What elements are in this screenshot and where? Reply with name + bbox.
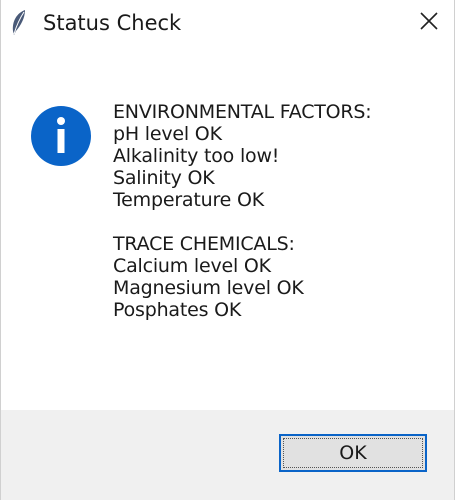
section-gap	[113, 211, 372, 233]
trace-heading: TRACE CHEMICALS:	[113, 233, 295, 255]
title-bar[interactable]: Status Check	[1, 0, 454, 48]
status-line-phosphates: Posphates OK	[113, 299, 242, 321]
info-icon	[30, 105, 92, 167]
status-check-dialog: Status Check ENVIRONMENTAL FACTORS: pH l…	[0, 0, 455, 500]
ok-button-label: OK	[339, 442, 367, 464]
status-line-salinity: Salinity OK	[113, 167, 215, 189]
status-line-alkalinity: Alkalinity too low!	[113, 145, 280, 167]
feather-icon	[9, 9, 29, 37]
environmental-heading: ENVIRONMENTAL FACTORS:	[113, 101, 372, 123]
dialog-body: ENVIRONMENTAL FACTORS: pH level OK Alkal…	[1, 48, 454, 410]
status-line-magnesium: Magnesium level OK	[113, 277, 304, 299]
button-bar: OK	[1, 410, 454, 500]
window-title: Status Check	[43, 11, 182, 35]
close-icon	[419, 11, 439, 35]
close-button[interactable]	[412, 6, 446, 40]
status-line-calcium: Calcium level OK	[113, 255, 271, 277]
status-message: ENVIRONMENTAL FACTORS: pH level OK Alkal…	[113, 101, 372, 321]
status-line-temperature: Temperature OK	[113, 189, 265, 211]
status-line-ph: pH level OK	[113, 123, 222, 145]
ok-button[interactable]: OK	[279, 434, 427, 472]
